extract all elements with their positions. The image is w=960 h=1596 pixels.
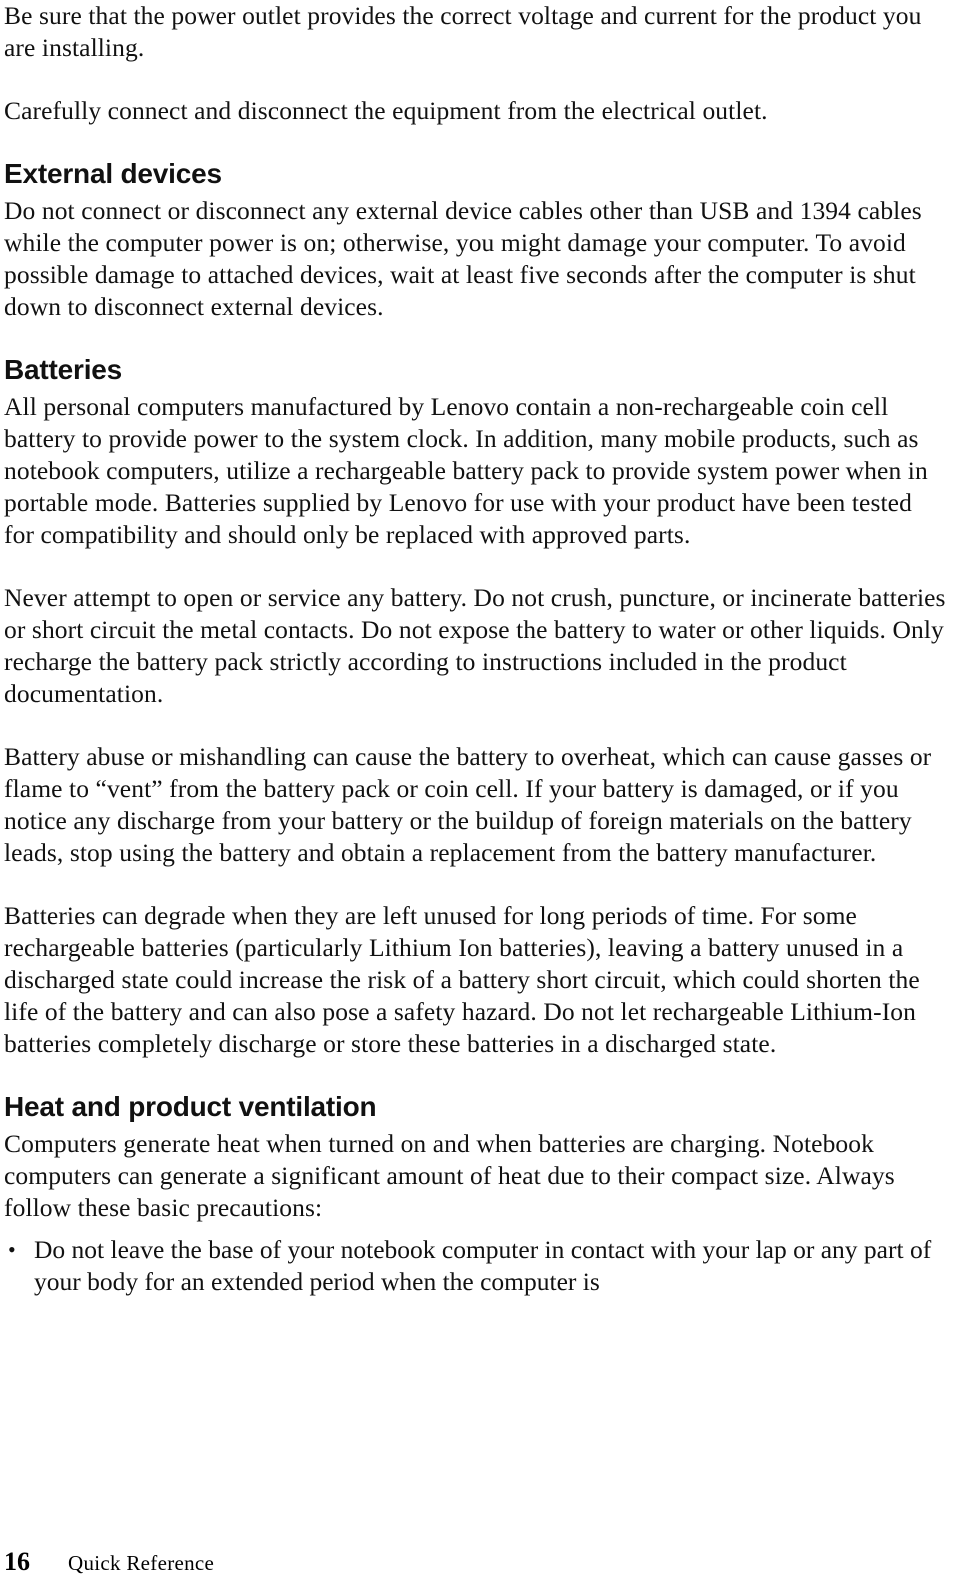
list-heat-precautions: • Do not leave the base of your notebook … <box>4 1234 948 1298</box>
paragraph-external-devices: Do not connect or disconnect any externa… <box>4 196 922 321</box>
paragraph-connect-disconnect: Carefully connect and disconnect the equ… <box>4 96 768 125</box>
vertical-spacer <box>4 127 948 157</box>
vertical-spacer <box>4 551 948 582</box>
footer-document-title: Quick Reference <box>68 1551 215 1575</box>
paragraph-battery-abuse: Battery abuse or mishandling can cause t… <box>4 742 932 867</box>
vertical-spacer <box>4 710 948 741</box>
vertical-spacer <box>4 1224 948 1234</box>
bullet-icon: • <box>8 1237 16 1262</box>
heading-external-devices: External devices <box>4 158 222 189</box>
paragraph-battery-degrade: Batteries can degrade when they are left… <box>4 901 920 1058</box>
footer-page-number: 16 <box>4 1547 30 1576</box>
heading-batteries: Batteries <box>4 354 123 385</box>
vertical-spacer <box>4 1060 948 1090</box>
paragraph-battery-service-warning: Never attempt to open or service any bat… <box>4 583 946 708</box>
vertical-spacer <box>4 64 948 95</box>
heading-heat-and-product-ventilation: Heat and product ventilation <box>4 1091 377 1122</box>
list-item: • Do not leave the base of your notebook … <box>4 1234 948 1298</box>
paragraph-batteries-intro: All personal computers manufactured by L… <box>4 392 928 549</box>
paragraph-heat-intro: Computers generate heat when turned on a… <box>4 1129 895 1222</box>
vertical-spacer <box>4 323 948 353</box>
vertical-spacer <box>4 869 948 900</box>
paragraph-power-outlet: Be sure that the power outlet provides t… <box>4 1 922 62</box>
list-item-text: Do not leave the base of your notebook c… <box>34 1235 932 1296</box>
page-footer: 16 Quick Reference <box>4 1547 944 1578</box>
document-page: Be sure that the power outlet provides t… <box>0 0 960 1596</box>
page-content: Be sure that the power outlet provides t… <box>4 0 948 1298</box>
